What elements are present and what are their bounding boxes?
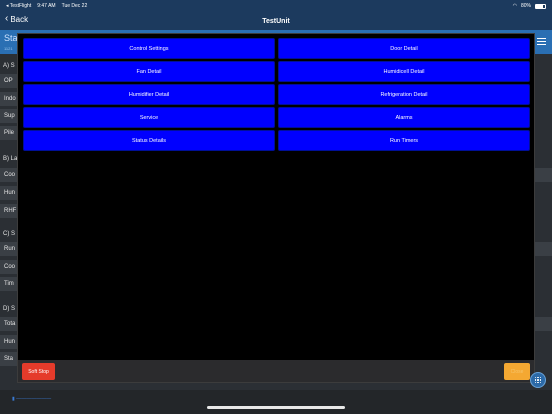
bg-row[interactable]: Coo xyxy=(0,168,18,182)
wifi-icon: ◠ xyxy=(512,3,517,9)
section-label-c: C) S xyxy=(3,231,15,237)
status-time: 9:47 AM xyxy=(37,3,56,9)
hamburger-menu-icon[interactable] xyxy=(537,38,546,45)
bg-row[interactable]: Tim xyxy=(0,277,18,291)
door-detail-button[interactable]: Door Detail xyxy=(278,38,530,59)
bg-row[interactable]: Sta xyxy=(0,352,18,366)
bottom-link[interactable]: ▮ ——————— xyxy=(12,396,51,402)
bg-row-right[interactable] xyxy=(534,168,552,182)
nav-bar: ‹ Back TestUnit xyxy=(0,12,552,30)
bg-row[interactable]: Run xyxy=(0,242,18,256)
bg-row[interactable]: Hun xyxy=(0,335,18,349)
bg-row[interactable]: Pile xyxy=(0,126,18,140)
run-timers-button[interactable]: Run Timers xyxy=(278,130,530,151)
grid-dots-icon xyxy=(534,376,542,384)
floating-menu-button[interactable] xyxy=(530,372,546,388)
modal-footer: Soft Stop Close xyxy=(18,360,534,382)
bg-row[interactable]: Indo xyxy=(0,92,18,106)
bg-row[interactable]: RHF xyxy=(0,204,18,218)
alarms-button[interactable]: Alarms xyxy=(278,107,530,128)
status-bar: ◂ TestFlight 9:47 AM Tue Dec 22 ◠ 80% xyxy=(0,0,552,12)
status-battery-percent: 80% xyxy=(520,3,531,9)
back-button[interactable]: ‹ Back xyxy=(5,14,28,24)
status-details-button[interactable]: Status Details xyxy=(23,130,275,151)
bg-row[interactable]: Sup xyxy=(0,109,18,123)
bg-row-right[interactable] xyxy=(534,242,552,256)
bg-row[interactable]: Tota xyxy=(0,317,18,331)
background-title: Sta xyxy=(4,33,18,43)
status-date: Tue Dec 22 xyxy=(61,3,88,9)
fan-detail-button[interactable]: Fan Detail xyxy=(23,61,275,82)
background-subtitle: 1121 xyxy=(4,46,13,51)
bg-row[interactable]: Hun xyxy=(0,186,18,200)
status-app[interactable]: ◂ TestFlight xyxy=(6,3,31,9)
bg-row[interactable]: OP xyxy=(0,74,18,88)
chevron-left-icon: ‹ xyxy=(5,13,9,24)
refrigeration-detail-button[interactable]: Refrigeration Detail xyxy=(278,84,530,105)
control-settings-button[interactable]: Control Settings xyxy=(23,38,275,59)
humidifier-detail-button[interactable]: Humidifier Detail xyxy=(23,84,275,105)
battery-icon xyxy=(535,3,546,9)
close-button[interactable]: Close xyxy=(504,363,530,380)
back-label: Back xyxy=(10,14,29,24)
bg-row-right[interactable] xyxy=(534,317,552,331)
bg-row[interactable]: Coo xyxy=(0,260,18,274)
humidicell-detail-button[interactable]: Humidicell Detail xyxy=(278,61,530,82)
home-indicator[interactable] xyxy=(207,406,345,409)
section-label-b: B) La xyxy=(3,156,18,162)
nav-title: TestUnit xyxy=(262,17,290,25)
bottom-toolbar: ▮ ——————— xyxy=(0,390,552,414)
section-label-d: D) S xyxy=(3,306,15,312)
detail-menu-modal: Control Settings Door Detail Fan Detail … xyxy=(17,33,535,383)
service-button[interactable]: Service xyxy=(23,107,275,128)
soft-stop-button[interactable]: Soft Stop xyxy=(22,363,55,380)
section-label-a: A) S xyxy=(3,63,15,69)
